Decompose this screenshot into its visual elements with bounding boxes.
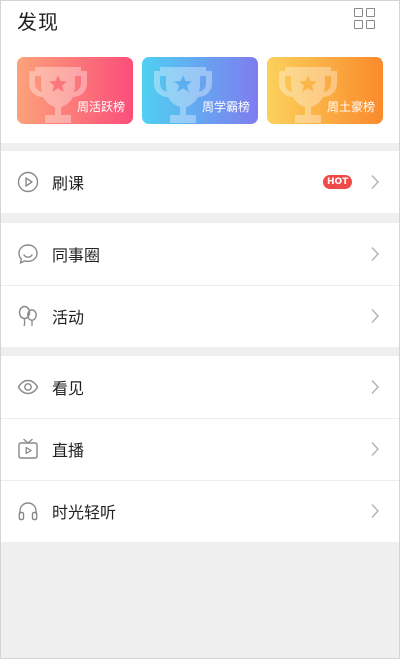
list-item-activities[interactable]: 活动 [0,285,400,347]
tv-icon [18,438,38,459]
eye-icon [17,379,39,395]
balloons-icon [18,305,37,327]
list-item-label: 刷课 [52,174,85,193]
list-group-media: 看见 直播 时光轻听 [0,356,400,542]
play-circle-icon [17,171,39,193]
card-label: 周活跃榜 [76,100,125,114]
list-item-label: 同事圈 [52,246,101,265]
list-item-brush-courses[interactable]: 刷课 HOT [0,151,400,213]
list-group-social: 同事圈 活动 [0,223,400,347]
list-item-see[interactable]: 看见 [0,356,400,418]
rank-card-weekly-scholar[interactable]: 周学霸榜 [142,57,258,124]
card-label: 周土豪榜 [326,100,375,114]
hot-badge: HOT [323,175,353,189]
rank-card-weekly-active[interactable]: 周活跃榜 [17,57,133,124]
list-group-courses: 刷课 HOT [0,151,400,213]
chevron-right-icon [371,441,380,457]
chevron-right-icon [371,174,380,190]
list-item-colleague-circle[interactable]: 同事圈 [0,223,400,285]
grid-icon[interactable] [354,8,376,30]
chevron-right-icon [371,246,380,262]
list-item-label: 看见 [52,379,85,398]
list-item-label: 活动 [52,308,85,327]
list-item-label: 时光轻听 [52,503,117,522]
header: 发现 周活跃榜 周学霸榜 周土豪榜 [0,0,400,143]
card-label: 周学霸榜 [201,100,250,114]
rank-card-weekly-rich[interactable]: 周土豪榜 [267,57,383,124]
headphones-icon [18,502,38,521]
page-title: 发现 [17,10,59,34]
chevron-right-icon [371,308,380,324]
chevron-right-icon [371,503,380,519]
list-item-label: 直播 [52,441,85,460]
list-item-live[interactable]: 直播 [0,418,400,480]
chevron-right-icon [371,379,380,395]
chat-bubble-icon [18,244,38,264]
list-item-time-listen[interactable]: 时光轻听 [0,480,400,542]
